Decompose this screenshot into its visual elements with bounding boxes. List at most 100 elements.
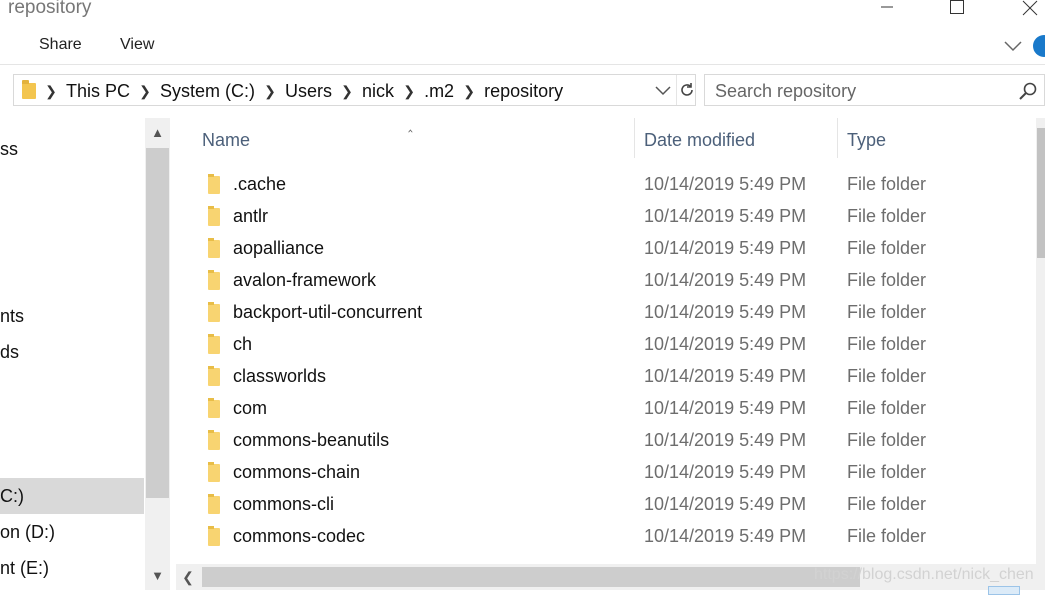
list-scrollbar-thumb[interactable] (1037, 128, 1045, 258)
list-item[interactable]: commons-chain 10/14/2019 5:49 PM File fold… (176, 458, 1036, 490)
help-icon[interactable] (1033, 35, 1045, 57)
address-bar[interactable]: ❯ This PC ❯ System (C:) ❯ Users ❯ nick ❯… (13, 74, 696, 106)
file-type: File folder (847, 302, 927, 322)
folder-icon (208, 238, 220, 258)
view-toggle-button[interactable] (988, 586, 1020, 595)
scroll-down-icon[interactable]: ▼ (145, 563, 170, 588)
chevron-right-icon[interactable]: ❯ (257, 83, 283, 100)
maximize-icon (950, 0, 964, 14)
breadcrumb-this-pc[interactable]: This PC (64, 81, 132, 102)
close-icon (1022, 0, 1037, 16)
list-item[interactable]: antlr 10/14/2019 5:49 PM File folder (176, 202, 1036, 234)
breadcrumb-m2[interactable]: .m2 (422, 81, 456, 102)
nav-item-drive-d[interactable]: on (D:) (0, 522, 55, 543)
list-item[interactable]: aopalliance 10/14/2019 5:49 PM File folder (176, 234, 1036, 266)
column-divider[interactable] (837, 118, 838, 158)
column-header-date-modified[interactable]: Date modified (644, 130, 755, 151)
expand-ribbon-button[interactable] (1003, 36, 1025, 56)
file-name: classworlds (233, 366, 327, 386)
window-title: repository (8, 0, 92, 18)
column-header-type[interactable]: Type (847, 130, 886, 151)
ribbon-tab-view[interactable]: View (120, 36, 154, 54)
column-header-name[interactable]: Name (202, 130, 250, 151)
file-type: File folder (847, 334, 927, 354)
list-item[interactable]: ch 10/14/2019 5:49 PM File folder (176, 330, 1036, 362)
nav-item-downloads[interactable]: ds (0, 342, 19, 363)
file-type: File folder (847, 238, 927, 258)
file-date: 10/14/2019 5:49 PM (644, 334, 807, 354)
minimize-button[interactable] (864, 0, 910, 20)
list-item[interactable]: com 10/14/2019 5:49 PM File folder (176, 394, 1036, 426)
file-date: 10/14/2019 5:49 PM (644, 494, 807, 514)
nav-item-documents[interactable]: nts (0, 306, 24, 327)
folder-icon (208, 206, 220, 226)
file-name: aopalliance (233, 238, 325, 258)
ribbon-tab-share[interactable]: Share (39, 36, 82, 54)
ribbon-divider (0, 64, 1045, 65)
file-name: backport-util-concurrent (233, 302, 423, 322)
file-name: commons-codec (233, 526, 366, 546)
nav-item-quick-access[interactable]: ss (0, 139, 18, 160)
column-divider[interactable] (634, 118, 635, 158)
file-name: .cache (233, 174, 287, 194)
list-item[interactable]: backport-util-concurrent 10/14/2019 5:49 … (176, 298, 1036, 330)
search-input[interactable]: Search repository (715, 81, 856, 102)
folder-icon (208, 302, 220, 322)
list-item[interactable]: commons-codec 10/14/2019 5:49 PM File fold… (176, 522, 1036, 554)
file-type: File folder (847, 174, 927, 194)
breadcrumb-repository[interactable]: repository (482, 81, 565, 102)
folder-icon (208, 366, 220, 386)
file-name: com (233, 398, 268, 418)
scroll-up-icon[interactable]: ▲ (145, 120, 170, 145)
nav-item-system-c[interactable]: C:) (0, 486, 24, 507)
file-date: 10/14/2019 5:49 PM (644, 270, 807, 290)
file-list: ‸ Name Date modified Type .cache 10/14/20… (176, 118, 1045, 590)
refresh-button[interactable] (676, 75, 697, 105)
file-date: 10/14/2019 5:49 PM (644, 398, 807, 418)
refresh-icon (681, 83, 693, 96)
close-button[interactable] (1004, 0, 1045, 20)
list-item[interactable]: commons-cli 10/14/2019 5:49 PM File folder (176, 490, 1036, 522)
file-type: File folder (847, 430, 927, 450)
folder-icon (208, 270, 220, 290)
file-name: ch (233, 334, 253, 354)
search-box[interactable]: Search repository (704, 74, 1045, 106)
file-name: antlr (233, 206, 269, 226)
chevron-right-icon[interactable]: ❯ (132, 83, 158, 100)
sort-ascending-icon: ‸ (408, 118, 413, 132)
nav-item-drive-e[interactable]: nt (E:) (0, 558, 49, 579)
folder-icon (208, 174, 220, 194)
file-name: avalon-framework (233, 270, 377, 290)
file-name: commons-chain (233, 462, 361, 482)
file-date: 10/14/2019 5:49 PM (644, 206, 807, 226)
chevron-right-icon[interactable]: ❯ (334, 83, 360, 100)
breadcrumb-system-c[interactable]: System (C:) (158, 81, 257, 102)
nav-scrollbar-thumb[interactable] (146, 148, 169, 498)
file-name: commons-cli (233, 494, 335, 514)
maximize-button[interactable] (934, 0, 980, 20)
address-history-button[interactable] (652, 75, 674, 105)
horizontal-scrollbar-thumb[interactable] (202, 567, 860, 587)
file-date: 10/14/2019 5:49 PM (644, 430, 807, 450)
list-item[interactable]: .cache 10/14/2019 5:49 PM File folder (176, 170, 1036, 202)
file-name: commons-beanutils (233, 430, 390, 450)
scroll-left-icon[interactable]: ❮ (176, 564, 200, 590)
list-item[interactable]: commons-beanutils 10/14/2019 5:49 PM File … (176, 426, 1036, 458)
list-item[interactable]: classworlds 10/14/2019 5:49 PM File folder (176, 362, 1036, 394)
list-item[interactable]: avalon-framework 10/14/2019 5:49 PM File f… (176, 266, 1036, 298)
chevron-right-icon[interactable]: ❯ (456, 83, 482, 100)
file-type: File folder (847, 206, 927, 226)
file-date: 10/14/2019 5:49 PM (644, 462, 807, 482)
folder-icon (208, 494, 220, 514)
breadcrumb-nick[interactable]: nick (360, 81, 396, 102)
breadcrumb-users[interactable]: Users (283, 81, 334, 102)
search-icon[interactable] (1018, 81, 1038, 101)
chevron-down-icon (1004, 41, 1022, 52)
file-type: File folder (847, 494, 927, 514)
file-date: 10/14/2019 5:49 PM (644, 174, 807, 194)
chevron-right-icon[interactable]: ❯ (38, 83, 64, 100)
folder-icon (208, 398, 220, 418)
folder-icon (208, 430, 220, 450)
file-date: 10/14/2019 5:49 PM (644, 238, 807, 258)
chevron-right-icon[interactable]: ❯ (396, 83, 422, 100)
